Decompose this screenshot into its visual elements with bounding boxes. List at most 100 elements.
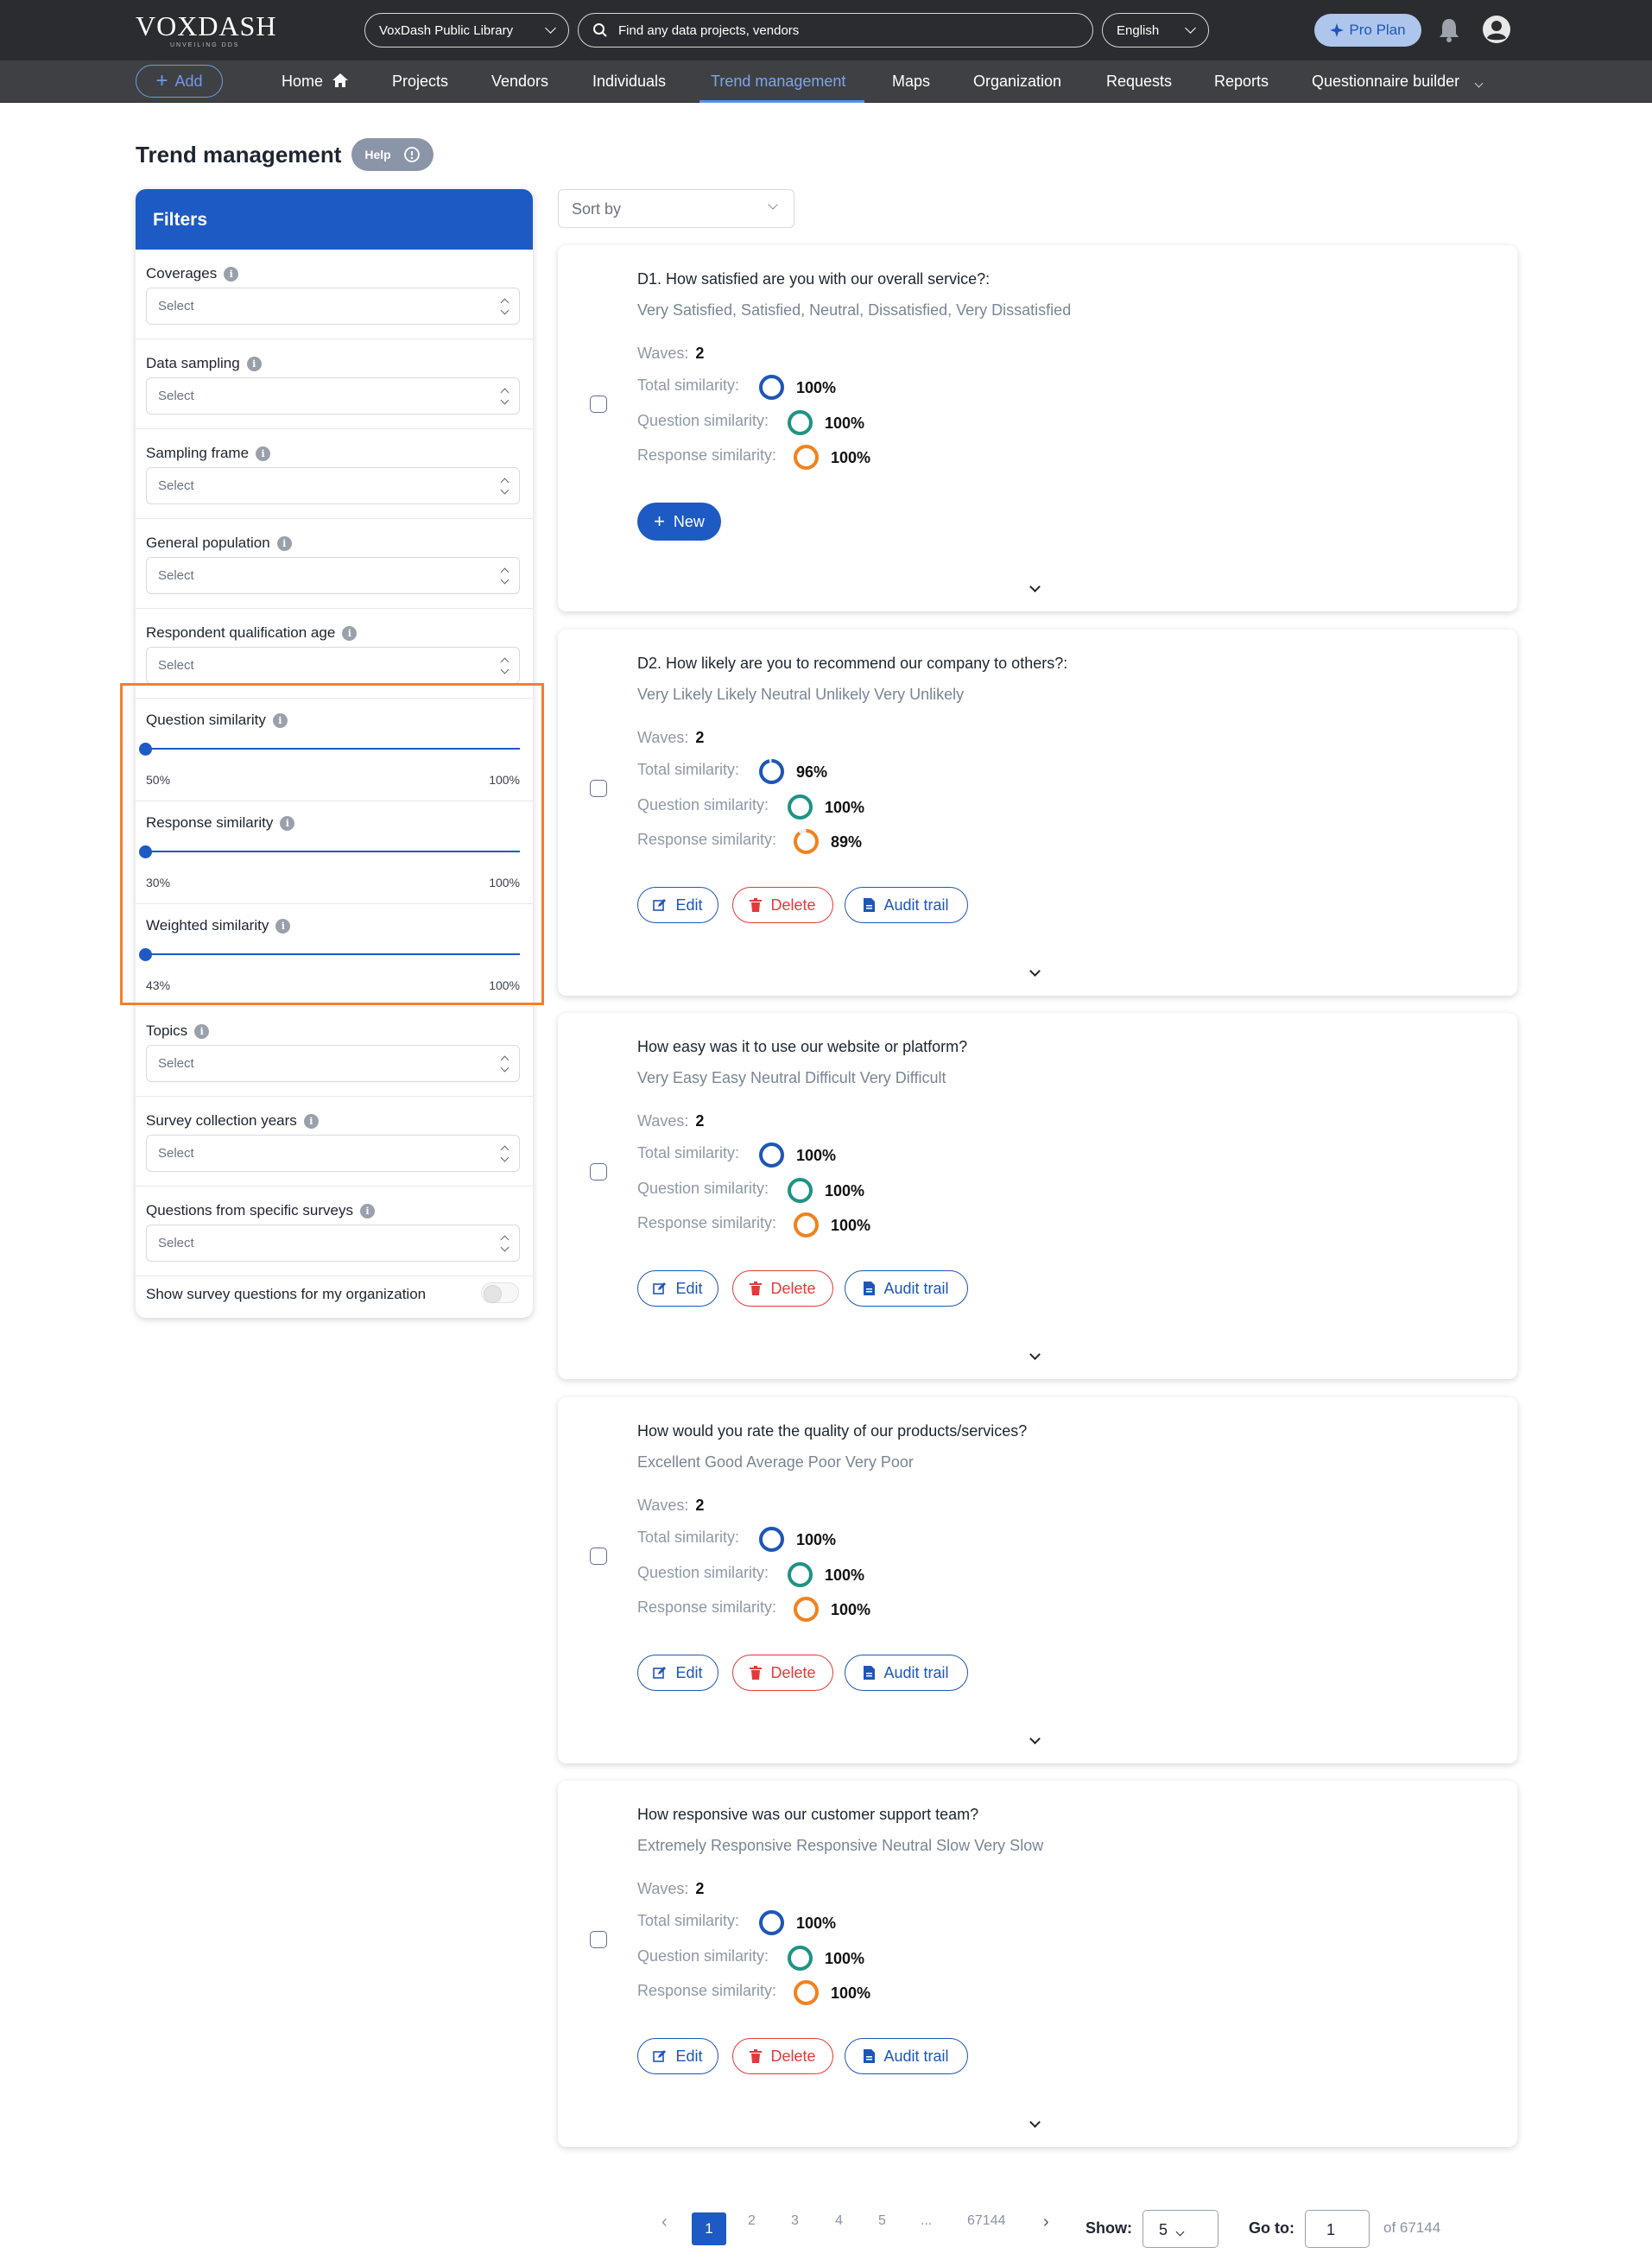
page-1[interactable]: 1 bbox=[692, 2212, 726, 2245]
page-title: Trend management bbox=[136, 142, 342, 168]
top-bar: VOXDASH UNVEILING DDS VoxDash Public Lib… bbox=[0, 0, 1652, 60]
search-box[interactable]: Find any data projects, vendors bbox=[578, 13, 1093, 47]
sampling-frame-select[interactable]: Select bbox=[146, 467, 520, 504]
nav-item-organization[interactable]: Organization bbox=[973, 73, 1061, 91]
questions-from-specific-surveys-select[interactable]: Select bbox=[146, 1225, 520, 1262]
question-similarity-ring bbox=[787, 409, 813, 436]
expand-chevron-icon[interactable] bbox=[1029, 2117, 1041, 2128]
filter-label: Respondent qualification age i bbox=[146, 624, 358, 642]
nav-item-questionnaire-builder[interactable]: Questionnaire builder bbox=[1312, 73, 1484, 91]
info-icon[interactable]: i bbox=[359, 1203, 375, 1218]
new-button[interactable]: + New bbox=[637, 503, 721, 541]
total-similarity-value: 96% bbox=[796, 763, 828, 781]
result-card: D1. How satisfied are you with our overa… bbox=[558, 245, 1517, 611]
total-similarity-ring bbox=[758, 1526, 785, 1553]
chevron-down-icon bbox=[1175, 2227, 1185, 2237]
nav-item-trend-management[interactable]: Trend management bbox=[711, 73, 845, 91]
page-size-select[interactable]: 5 bbox=[1142, 2210, 1218, 2248]
topics-select[interactable]: Select bbox=[146, 1045, 520, 1082]
select-checkbox[interactable] bbox=[590, 1548, 607, 1565]
goto-page-input[interactable]: 1 bbox=[1305, 2210, 1370, 2248]
response-similarity-value: 100% bbox=[831, 1984, 871, 2002]
select-checkbox[interactable] bbox=[590, 1163, 607, 1180]
page-last[interactable]: 67144 bbox=[967, 2213, 1006, 2229]
nav-item-reports[interactable]: Reports bbox=[1214, 73, 1269, 91]
info-icon[interactable]: i bbox=[246, 356, 262, 371]
expand-chevron-icon[interactable] bbox=[1029, 581, 1041, 592]
edit-button[interactable]: Edit bbox=[637, 1655, 718, 1691]
edit-button[interactable]: Edit bbox=[637, 887, 718, 923]
audit-trail-button[interactable]: Audit trail bbox=[845, 1655, 968, 1691]
nav-item-home[interactable]: Home bbox=[282, 73, 349, 91]
delete-button[interactable]: Delete bbox=[732, 1655, 833, 1691]
library-selector[interactable]: VoxDash Public Library bbox=[364, 13, 569, 47]
info-icon[interactable]: i bbox=[194, 1023, 210, 1039]
info-icon[interactable]: i bbox=[256, 446, 271, 461]
nav-item-home-label: Home bbox=[282, 73, 324, 90]
response-similarity-label: Response similarity: bbox=[637, 446, 777, 464]
nav-item-projects[interactable]: Projects bbox=[392, 73, 448, 91]
next-page-icon[interactable]: › bbox=[1043, 2212, 1049, 2232]
select-arrows-icon bbox=[500, 389, 509, 404]
response-similarity-ring bbox=[793, 1596, 820, 1623]
nav-item-maps[interactable]: Maps bbox=[892, 73, 930, 91]
page-4[interactable]: 4 bbox=[835, 2213, 843, 2229]
general-population-select[interactable]: Select bbox=[146, 557, 520, 594]
filter-label: Survey collection years i bbox=[146, 1112, 319, 1130]
data-sampling-select[interactable]: Select bbox=[146, 377, 520, 415]
page-2[interactable]: 2 bbox=[748, 2213, 756, 2229]
audit-trail-button[interactable]: Audit trail bbox=[845, 1270, 968, 1307]
expand-chevron-icon[interactable] bbox=[1029, 1733, 1041, 1744]
sort-by-select[interactable]: Sort by bbox=[558, 189, 794, 228]
delete-button[interactable]: Delete bbox=[732, 2038, 833, 2074]
delete-button-label: Delete bbox=[770, 1279, 816, 1297]
prev-page-icon[interactable]: ‹ bbox=[661, 2212, 668, 2232]
trash-icon bbox=[750, 898, 763, 912]
page-5[interactable]: 5 bbox=[878, 2213, 886, 2229]
chevron-down-icon bbox=[768, 199, 778, 210]
nav-item-individuals[interactable]: Individuals bbox=[592, 73, 666, 91]
info-icon[interactable]: i bbox=[276, 535, 292, 551]
language-selector[interactable]: English bbox=[1102, 13, 1209, 47]
select-checkbox[interactable] bbox=[590, 396, 607, 413]
edit-button[interactable]: Edit bbox=[637, 2038, 718, 2074]
question-title: How responsive was our customer support … bbox=[637, 1806, 979, 1823]
logo[interactable]: VOXDASH bbox=[136, 10, 276, 42]
edit-icon bbox=[653, 1667, 667, 1679]
pro-plan-button[interactable]: Pro Plan bbox=[1314, 14, 1421, 47]
nav-item-vendors[interactable]: Vendors bbox=[491, 73, 548, 91]
new-button-label: New bbox=[673, 512, 705, 530]
bell-icon[interactable] bbox=[1437, 17, 1461, 43]
select-checkbox[interactable] bbox=[590, 1931, 607, 1948]
info-icon[interactable]: i bbox=[224, 266, 239, 282]
total-similarity-ring bbox=[758, 374, 785, 401]
add-button[interactable]: + Add bbox=[136, 65, 223, 98]
help-button[interactable]: Help bbox=[351, 138, 434, 171]
survey-collection-years-select[interactable]: Select bbox=[146, 1135, 520, 1172]
info-icon[interactable]: i bbox=[303, 1113, 319, 1129]
delete-button[interactable]: Delete bbox=[732, 1270, 833, 1307]
response-similarity-label: Response similarity: bbox=[637, 1982, 777, 1999]
respondent-qualification-age-select[interactable]: Select bbox=[146, 647, 520, 684]
nav-item-requests[interactable]: Requests bbox=[1106, 73, 1172, 91]
select-arrows-icon bbox=[500, 1146, 509, 1161]
result-card: How responsive was our customer support … bbox=[558, 1781, 1517, 2147]
audit-trail-button[interactable]: Audit trail bbox=[845, 2038, 968, 2074]
audit-trail-button[interactable]: Audit trail bbox=[845, 887, 968, 923]
coverages-select[interactable]: Select bbox=[146, 288, 520, 325]
expand-chevron-icon[interactable] bbox=[1029, 1349, 1041, 1360]
nav-item-questionnaire-builder-label: Questionnaire builder bbox=[1312, 73, 1460, 90]
avatar-icon[interactable] bbox=[1482, 15, 1511, 44]
select-checkbox[interactable] bbox=[590, 780, 607, 797]
edit-button[interactable]: Edit bbox=[637, 1270, 718, 1307]
info-icon[interactable]: i bbox=[342, 625, 358, 641]
logo-tagline: UNVEILING DDS bbox=[170, 42, 240, 48]
organization-toggle[interactable] bbox=[481, 1282, 519, 1303]
page-3[interactable]: 3 bbox=[791, 2213, 799, 2229]
response-similarity-value: 100% bbox=[831, 1217, 871, 1234]
search-input[interactable]: Find any data projects, vendors bbox=[618, 23, 799, 38]
expand-chevron-icon[interactable] bbox=[1029, 965, 1041, 977]
delete-button[interactable]: Delete bbox=[732, 887, 833, 923]
waves-value: 2 bbox=[695, 1880, 705, 1897]
response-similarity-ring bbox=[793, 444, 820, 471]
